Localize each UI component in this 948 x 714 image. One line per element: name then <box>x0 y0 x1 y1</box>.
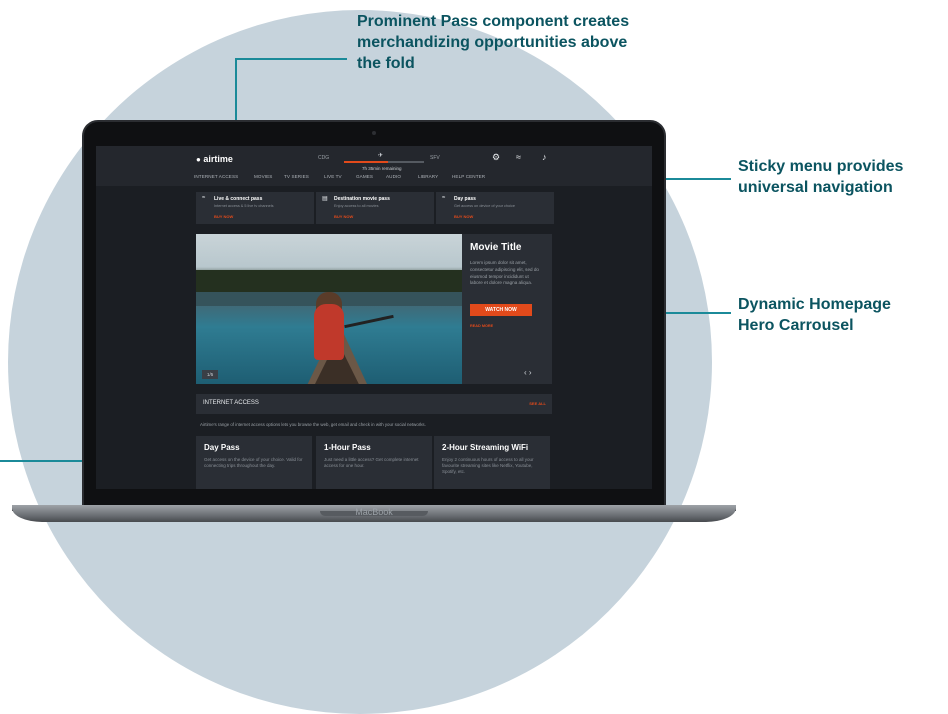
flight-destination: SFV <box>430 155 440 161</box>
nav-movies[interactable]: MOVIES <box>254 174 272 179</box>
nav-internet-access[interactable]: INTERNET ACCESS <box>194 174 238 179</box>
section-title: INTERNET ACCESS <box>203 400 259 406</box>
buy-now-button[interactable]: BUY NOW <box>454 214 473 219</box>
flight-origin: CDG <box>318 155 330 161</box>
nav-library[interactable]: LIBRARY <box>418 174 438 179</box>
buy-now-button[interactable]: BUY NOW <box>334 214 353 219</box>
flight-progress-bar <box>344 161 424 163</box>
laptop-screen: ● airtime CDG ✈ SFV 7h 35min remaining ⚙… <box>96 146 652 489</box>
flight-progress: CDG ✈ SFV 7h 35min remaining <box>318 152 458 172</box>
buy-now-button[interactable]: BUY NOW <box>214 214 233 219</box>
pass-connector-h <box>235 58 347 60</box>
see-all-link[interactable]: SEE ALL <box>529 401 546 406</box>
callout-line-1: Prominent Pass component creates <box>357 13 630 30</box>
nav-tv-series[interactable]: TV SERIES <box>284 174 309 179</box>
laptop-brand: MacBook <box>355 507 393 517</box>
app-header: ● airtime CDG ✈ SFV 7h 35min remaining ⚙… <box>96 146 652 186</box>
callout-line-2: universal navigation <box>738 179 893 196</box>
section-description: Airtime's range of internet access optio… <box>200 422 426 427</box>
watch-now-button[interactable]: WATCH NOW <box>470 304 532 316</box>
camera <box>372 131 376 135</box>
plane-icon: ✈ <box>378 153 384 159</box>
nav-live-tv[interactable]: LIVE TV <box>324 174 342 179</box>
gear-icon[interactable]: ⚙ <box>492 152 500 163</box>
film-icon: ▤ <box>322 196 328 202</box>
nav-help-center[interactable]: HELP CENTER <box>452 174 485 179</box>
pass-card-day[interactable]: ≈ Day pass Get access on device of your … <box>436 192 554 224</box>
wifi-icon: ≈ <box>202 195 206 201</box>
carousel-arrows[interactable]: ‹ › <box>524 368 532 377</box>
time-remaining: 7h 35min remaining <box>362 166 402 171</box>
slide-counter: 1/5 <box>202 370 219 379</box>
read-more-link[interactable]: READ MORE <box>470 324 493 328</box>
hero-info: Movie Title Lorem ipsum dolor sit amet, … <box>462 234 552 384</box>
pass-desc: Internet access & 5 live tv channels <box>214 204 274 208</box>
plan-desc: Enjoy 2 continuous hours of access to al… <box>442 457 534 474</box>
tree-line <box>196 270 462 292</box>
callout-hero: Dynamic Homepage Hero Carrousel <box>738 294 948 336</box>
person <box>314 304 344 360</box>
music-icon[interactable]: ♪ <box>542 152 547 162</box>
callout-sticky-menu: Sticky menu provides universal navigatio… <box>738 156 948 198</box>
callout-line-1: Sticky menu provides <box>738 158 904 175</box>
pass-title: Day pass <box>454 196 476 202</box>
callout-line-2: Hero Carrousel <box>738 317 854 334</box>
plan-desc: Get access on the device of your choice.… <box>204 457 303 468</box>
callout-prominent-pass: Prominent Pass component creates merchan… <box>357 11 687 74</box>
plan-title: 2-Hour Streaming WiFi <box>442 443 529 452</box>
plan-card-1-hour[interactable]: 1-Hour Pass Just need a little access? G… <box>316 436 432 489</box>
callout-line-1: Dynamic Homepage <box>738 296 891 313</box>
internet-access-header: INTERNET ACCESS SEE ALL <box>196 394 552 414</box>
paddle <box>344 314 394 329</box>
wifi-icon: ≈ <box>442 195 446 201</box>
nav-games[interactable]: GAMES <box>356 174 373 179</box>
pass-card-destination-movie[interactable]: ▤ Destination movie pass Enjoy access to… <box>316 192 434 224</box>
pass-desc: Get access on device of your choice <box>454 204 515 208</box>
pass-card-live-connect[interactable]: ≈ Live & connect pass Internet access & … <box>196 192 314 224</box>
callout-line-2: merchandizing opportunities above <box>357 34 628 51</box>
nav-audio[interactable]: AUDIO <box>386 174 401 179</box>
logo-text: airtime <box>203 154 233 164</box>
hero-image[interactable]: 1/5 <box>196 234 462 384</box>
plan-title: 1-Hour Pass <box>324 443 371 452</box>
flight-progress-fill <box>344 161 388 163</box>
plan-card-2-hour-streaming[interactable]: 2-Hour Streaming WiFi Enjoy 2 continuous… <box>434 436 550 489</box>
wifi-icon[interactable]: ≈ <box>516 152 521 162</box>
movie-description: Lorem ipsum dolor sit amet, consectetur … <box>470 260 539 286</box>
movie-title: Movie Title <box>470 242 522 253</box>
hero-carousel: 1/5 Movie Title Lorem ipsum dolor sit am… <box>196 234 552 384</box>
pass-title: Live & connect pass <box>214 196 263 202</box>
callout-line-3: the fold <box>357 55 415 72</box>
plan-card-day-pass[interactable]: Day Pass Get access on the device of you… <box>196 436 312 489</box>
location-pin-icon: ● <box>196 155 201 164</box>
pass-title: Destination movie pass <box>334 196 390 202</box>
airtime-logo[interactable]: ● airtime <box>196 154 233 164</box>
plan-title: Day Pass <box>204 443 240 452</box>
plan-desc: Just need a little access? Get complete … <box>324 457 419 468</box>
pass-desc: Enjoy access to all movies <box>334 204 379 208</box>
